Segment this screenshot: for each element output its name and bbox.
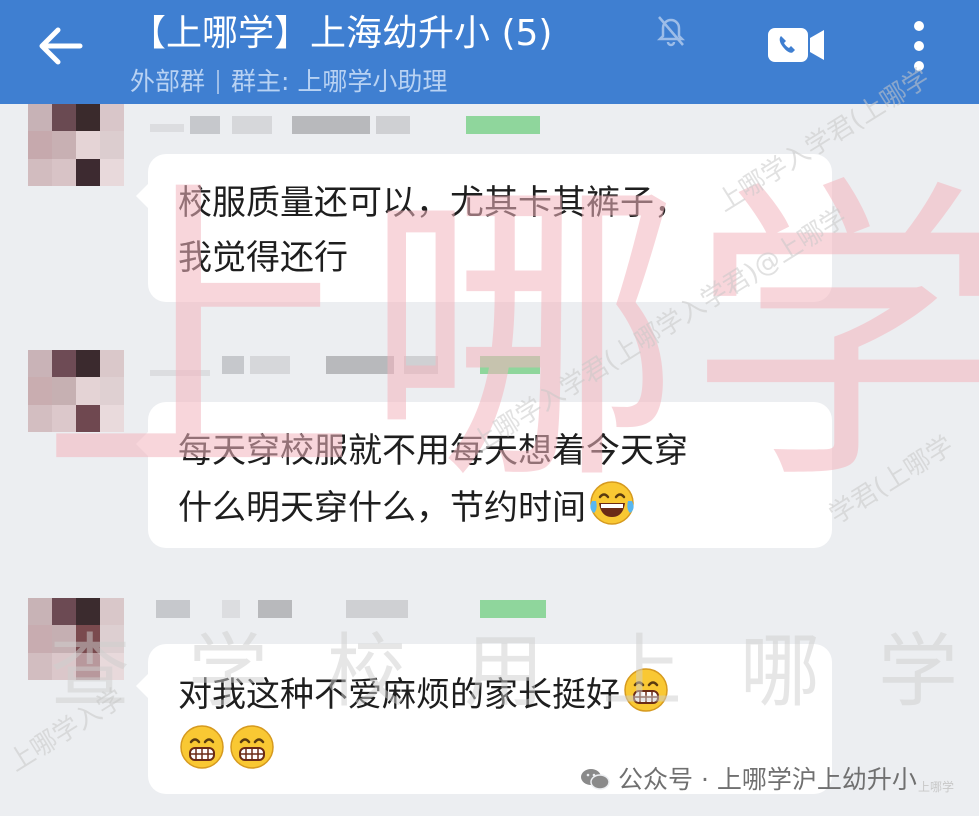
grinning-emoji-icon	[230, 725, 274, 769]
message-bubble[interactable]: 校服质量还可以，尤其卡其裤子， 我觉得还行	[136, 154, 832, 302]
chat-header: 【上哪学】上海幼升小 (5) 外部群 群主: 上哪学小助理	[0, 0, 979, 104]
avatar[interactable]	[28, 350, 124, 432]
watermark-diagonal: 学君(上哪学	[824, 430, 959, 531]
watermark-diagonal: 上哪学入学	[3, 683, 130, 778]
message-text-line: 校服质量还可以，尤其卡其裤子，	[178, 183, 688, 223]
source-label: 公众号 · 上哪学沪上幼升小	[618, 765, 917, 794]
group-type-label: 外部群	[130, 67, 206, 96]
more-options-icon[interactable]	[905, 18, 933, 74]
video-call-icon[interactable]	[766, 24, 826, 66]
subtitle-divider	[217, 70, 220, 94]
message-text-line: 每天穿校服就不用每天想着今天穿	[178, 431, 688, 471]
chat-subtitle: 外部群 群主: 上哪学小助理	[130, 62, 447, 98]
group-owner-label: 群主: 上哪学小助理	[231, 67, 448, 96]
sender-name-redacted	[150, 116, 550, 138]
source-footer: 公众号 · 上哪学沪上幼升小	[580, 760, 917, 796]
muted-bell-icon	[656, 16, 686, 47]
wechat-icon	[581, 769, 610, 790]
corner-watermark: 上哪学	[918, 780, 955, 794]
chat-title: 【上哪学】上海幼升小 (5)	[130, 13, 553, 54]
grinning-emoji-icon	[624, 668, 668, 712]
avatar[interactable]	[28, 598, 124, 680]
sender-name-redacted	[150, 600, 550, 622]
message-bubble[interactable]: 每天穿校服就不用每天想着今天穿 什么明天穿什么，节约时间	[136, 402, 832, 548]
message-text-line: 对我这种不爱麻烦的家长挺好	[178, 666, 802, 723]
sender-name-redacted	[150, 356, 550, 378]
avatar[interactable]	[28, 104, 124, 186]
message-text-line: 什么明天穿什么，节约时间	[178, 479, 802, 536]
message-text-line: 我觉得还行	[178, 238, 348, 278]
grinning-emoji-icon	[180, 725, 224, 769]
laughing-tears-emoji-icon	[590, 481, 634, 525]
back-arrow-icon[interactable]	[32, 18, 88, 74]
